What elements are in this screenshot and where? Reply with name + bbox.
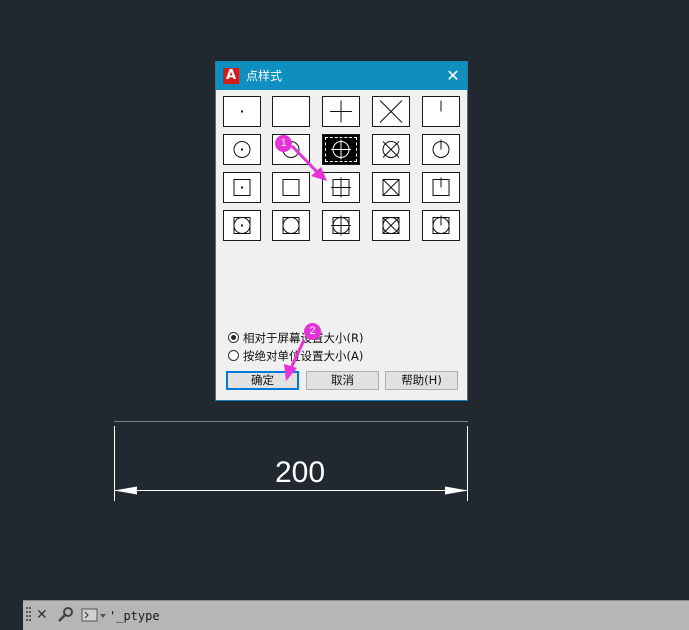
wrench-icon[interactable] (56, 606, 74, 624)
annotation-marker-2: 2 (304, 323, 321, 340)
command-line-bar: ✕ '_ptype (23, 600, 689, 630)
command-prompt-icon[interactable] (81, 606, 109, 624)
drag-handle-icon[interactable] (26, 606, 32, 624)
annotation-arrow-2-head (284, 364, 297, 381)
annotation-arrow-1-shaft (290, 144, 320, 175)
annotation-arrow-2-shaft (289, 339, 306, 369)
command-input[interactable]: '_ptype (109, 608, 160, 624)
annotation-arrows (284, 144, 327, 381)
annotation-marker-1: 1 (275, 135, 292, 152)
close-icon[interactable]: ✕ (36, 606, 48, 624)
